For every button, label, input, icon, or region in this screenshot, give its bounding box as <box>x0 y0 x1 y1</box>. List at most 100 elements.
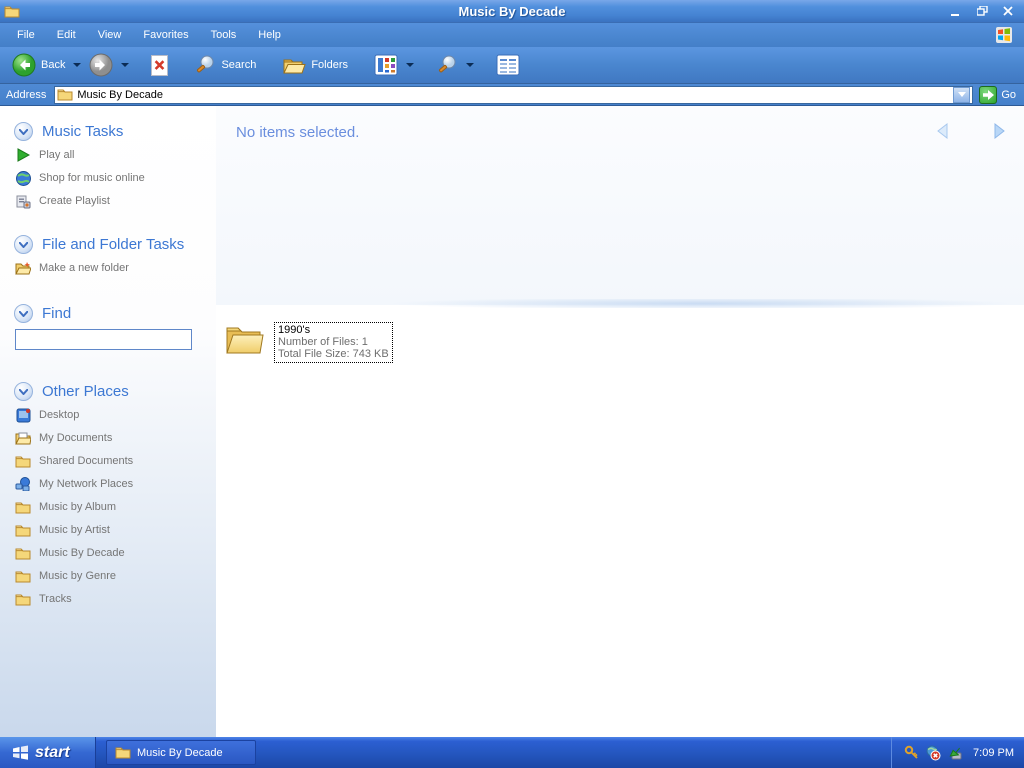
place-label: Desktop <box>39 409 80 421</box>
menu-help[interactable]: Help <box>247 25 292 45</box>
task-shop-music[interactable]: Shop for music online <box>15 170 216 186</box>
back-button[interactable]: Back <box>6 50 71 80</box>
folder-item-1990s[interactable]: 1990's Number of Files: 1 Total File Siz… <box>224 322 393 363</box>
file-area: 1990's Number of Files: 1 Total File Siz… <box>216 308 1024 737</box>
windows-logo-icon <box>994 26 1014 44</box>
folder-icon <box>15 568 31 584</box>
forward-button[interactable] <box>83 50 119 80</box>
network-places-icon <box>15 476 31 492</box>
menu-file[interactable]: File <box>6 25 46 45</box>
file-folder-tasks-title: File and Folder Tasks <box>42 236 185 253</box>
folders-button[interactable]: Folders <box>276 52 354 78</box>
forward-dropdown-icon[interactable] <box>121 63 130 67</box>
folder-icon <box>15 499 31 515</box>
menu-edit[interactable]: Edit <box>46 25 87 45</box>
network-error-tray-icon[interactable] <box>925 745 941 761</box>
collapse-file-folder-tasks-button[interactable] <box>14 235 33 254</box>
place-label: Music by Genre <box>39 570 117 582</box>
up-button[interactable] <box>145 52 174 79</box>
folders-label: Folders <box>311 59 349 71</box>
taskbar: start Music By Decade 7:09 PM <box>0 737 1024 768</box>
start-label: start <box>35 743 70 761</box>
pane-divider <box>216 299 1024 308</box>
play-icon <box>15 147 31 163</box>
folder-icon <box>15 522 31 538</box>
address-value: Music By Decade <box>77 88 163 101</box>
place-label: Music by Album <box>39 501 117 513</box>
keys-tray-icon[interactable] <box>904 745 920 761</box>
place-tracks[interactable]: Tracks <box>15 591 216 607</box>
place-music-by-album[interactable]: Music by Album <box>15 499 216 515</box>
large-folder-icon <box>224 322 264 356</box>
folders-icon <box>282 55 307 75</box>
place-label: Music By Decade <box>39 547 125 559</box>
task-label: Make a new folder <box>39 262 129 274</box>
music-tasks-header: Music Tasks <box>14 122 216 141</box>
place-music-by-artist[interactable]: Music by Artist <box>15 522 216 538</box>
search-button[interactable]: Search <box>188 51 262 79</box>
start-button[interactable]: start <box>0 737 96 768</box>
details-view-button[interactable] <box>490 51 526 79</box>
window-title: Music By Decade <box>458 3 566 19</box>
back-icon <box>12 53 36 77</box>
folder-item-name: 1990's <box>278 324 311 336</box>
safely-remove-hardware-tray-icon[interactable] <box>946 745 962 761</box>
place-music-by-genre[interactable]: Music by Genre <box>15 568 216 584</box>
back-dropdown-icon[interactable] <box>73 63 82 67</box>
file-folder-tasks-header: File and Folder Tasks <box>14 235 216 254</box>
broken-image-icon <box>151 54 169 76</box>
place-desktop[interactable]: Desktop <box>15 407 216 423</box>
task-create-playlist[interactable]: Create Playlist <box>15 193 216 209</box>
menu-view[interactable]: View <box>87 25 133 45</box>
task-make-new-folder[interactable]: Make a new folder <box>15 260 216 276</box>
find-input[interactable] <box>15 329 192 350</box>
restore-button[interactable] <box>972 3 992 19</box>
task-label: Play all <box>39 149 75 161</box>
address-dropdown-button[interactable] <box>953 86 971 103</box>
address-input[interactable]: Music By Decade <box>54 85 974 104</box>
my-documents-icon <box>15 430 31 446</box>
minimize-button[interactable] <box>946 3 966 19</box>
place-label: My Network Places <box>39 478 134 490</box>
details-view-icon <box>496 54 520 76</box>
menu-bar: File Edit View Favorites Tools Help <box>0 22 1024 47</box>
windows-flag-icon <box>12 745 29 760</box>
music-tasks-title: Music Tasks <box>42 123 124 140</box>
place-my-network-places[interactable]: My Network Places <box>15 476 216 492</box>
menu-favorites[interactable]: Favorites <box>132 25 199 45</box>
place-my-documents[interactable]: My Documents <box>15 430 216 446</box>
next-item-arrow-icon[interactable] <box>994 123 1008 139</box>
go-arrow-icon <box>979 85 998 104</box>
other-places-header: Other Places <box>14 382 216 401</box>
views-dropdown-icon[interactable] <box>406 63 415 67</box>
explorer-content: Music Tasks Play all Shop for music onli… <box>0 106 1024 737</box>
collapse-find-button[interactable] <box>14 304 33 323</box>
folder-item-text: 1990's Number of Files: 1 Total File Siz… <box>274 322 393 363</box>
forward-icon <box>89 53 113 77</box>
collapse-other-places-button[interactable] <box>14 382 33 401</box>
previous-item-arrow-icon[interactable] <box>936 123 950 139</box>
place-shared-documents[interactable]: Shared Documents <box>15 453 216 469</box>
place-music-by-decade[interactable]: Music By Decade <box>15 545 216 561</box>
search-label: Search <box>221 59 257 71</box>
place-label: Shared Documents <box>39 455 134 467</box>
collapse-music-tasks-button[interactable] <box>14 122 33 141</box>
clock: 7:09 PM <box>973 746 1014 759</box>
find-header: Find <box>14 304 216 323</box>
globe-icon <box>15 170 31 186</box>
zoom-dropdown-icon[interactable] <box>466 63 475 67</box>
folder-icon <box>15 453 31 469</box>
task-play-all[interactable]: Play all <box>15 147 216 163</box>
taskbar-task-music-by-decade[interactable]: Music By Decade <box>106 740 256 765</box>
zoom-button[interactable] <box>430 51 464 79</box>
views-button[interactable] <box>368 51 404 79</box>
selection-status-text: No items selected. <box>236 124 360 141</box>
preview-pane: No items selected. <box>216 106 1024 308</box>
task-label: Music By Decade <box>137 746 223 759</box>
file-list-pane: No items selected. 1990's Number of File… <box>216 106 1024 737</box>
magnifier-icon <box>436 54 458 76</box>
other-places-title: Other Places <box>42 383 129 400</box>
go-button[interactable]: Go <box>979 85 1016 104</box>
close-button[interactable] <box>998 3 1018 19</box>
menu-tools[interactable]: Tools <box>200 25 248 45</box>
